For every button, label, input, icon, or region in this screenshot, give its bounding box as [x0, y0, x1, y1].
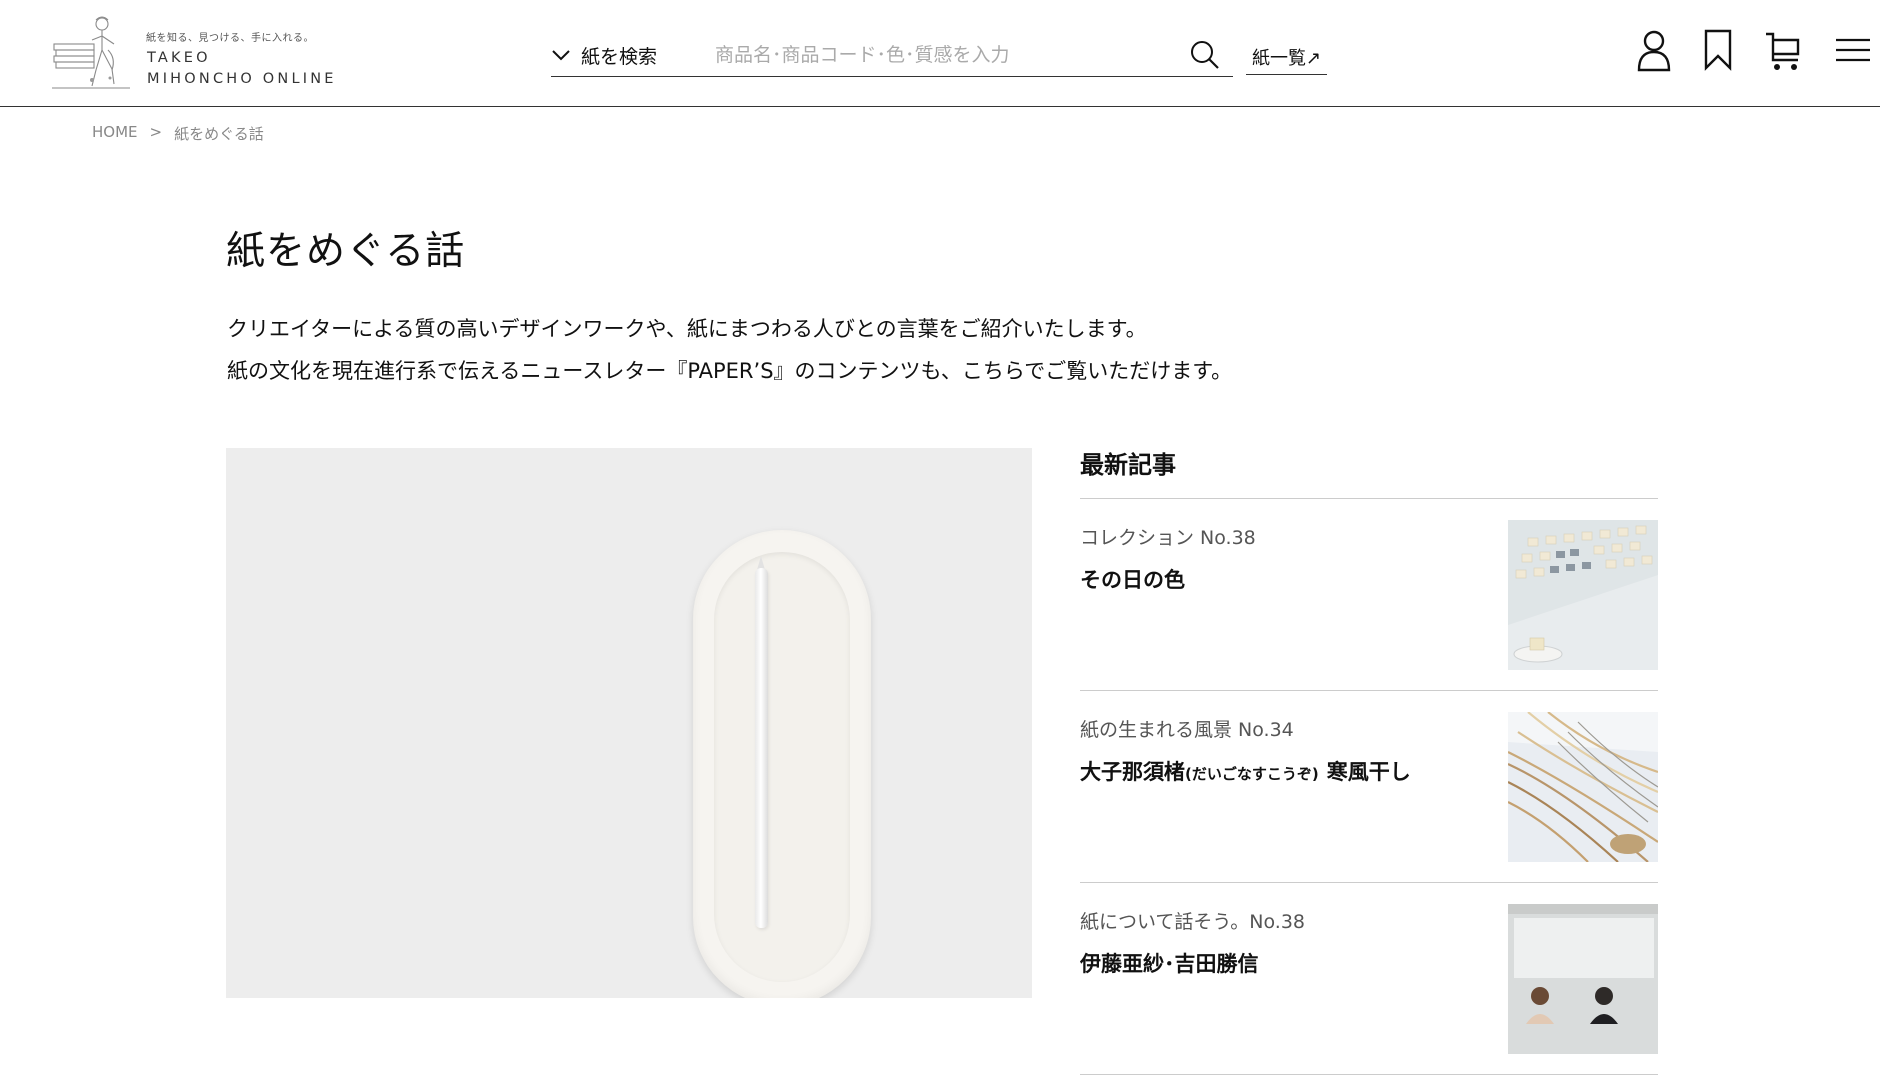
pulp-tray-inner: [714, 552, 850, 982]
article-title: 伊藤亜紗･吉田勝信: [1080, 952, 1259, 976]
bookmark-icon[interactable]: [1698, 28, 1738, 72]
page-intro: クリエイターによる質の高いデザインワークや、紙にまつわる人びとの言葉をご紹介いた…: [227, 308, 1232, 392]
article-title-main: 大子那須楮: [1080, 760, 1185, 784]
paper-list-link[interactable]: 紙一覧↗: [1246, 40, 1328, 75]
search-category-dropdown[interactable]: 紙を検索: [551, 36, 657, 74]
intro-line: クリエイターによる質の高いデザインワークや、紙にまつわる人びとの言葉をご紹介いた…: [227, 317, 1147, 341]
article-category: 紙について話そう。No.38: [1080, 911, 1306, 933]
cart-icon[interactable]: [1764, 28, 1804, 72]
article-thumbnail: [1508, 712, 1658, 862]
menu-icon[interactable]: [1834, 28, 1872, 72]
logo-tagline: 紙を知る、見つける、手に入れる。: [146, 33, 314, 44]
search-icon[interactable]: [1189, 39, 1221, 71]
breadcrumb-home[interactable]: HOME: [92, 123, 138, 144]
user-icon[interactable]: [1634, 28, 1674, 72]
intro-line: 紙の文化を現在進行系で伝えるニュースレター『PAPER’S』のコンテンツも、こち…: [227, 359, 1233, 383]
latest-articles-heading: 最新記事: [1080, 440, 1658, 499]
chevron-down-icon: [552, 50, 570, 61]
logo-name-line2: MIHONCHO ONLINE: [147, 71, 337, 87]
latest-articles: 最新記事 コレクション No.38 その日の色 紙の生まれる風景 No.34 大…: [1080, 440, 1658, 1075]
article-category: コレクション No.38: [1080, 527, 1256, 549]
article-title-suffix: 寒風干し: [1326, 760, 1411, 784]
search-category-label: 紙を検索: [581, 45, 658, 68]
article-title: 大子那須楮(だいごなすこうぞ) 寒風干し: [1080, 756, 1411, 786]
article-item[interactable]: コレクション No.38 その日の色: [1080, 499, 1658, 691]
logo-name-line1: TAKEO: [147, 50, 211, 66]
breadcrumb-current: 紙をめぐる話: [174, 125, 264, 143]
logo-illustration: [52, 16, 130, 89]
page-title: 紙をめぐる話: [226, 229, 466, 274]
site-logo[interactable]: 紙を知る、見つける、手に入れる。 TAKEO MIHONCHO ONLINE: [52, 14, 352, 94]
article-category: 紙の生まれる風景 No.34: [1080, 719, 1294, 741]
white-pencil: [755, 568, 768, 928]
article-item[interactable]: 紙について話そう。No.38 伊藤亜紗･吉田勝信: [1080, 883, 1658, 1075]
breadcrumb: HOME > 紙をめぐる話: [92, 123, 264, 144]
article-title-ruby: (だいごなすこうぞ): [1185, 765, 1319, 783]
search-bar: 紙を検索: [551, 36, 1233, 77]
article-thumbnail: [1508, 520, 1658, 670]
article-thumbnail: [1508, 904, 1658, 1054]
breadcrumb-separator: >: [149, 123, 163, 141]
search-input[interactable]: [715, 38, 1215, 72]
site-header: 紙を知る、見つける、手に入れる。 TAKEO MIHONCHO ONLINE 紙…: [0, 0, 1880, 107]
featured-article-image[interactable]: [226, 448, 1032, 998]
article-item[interactable]: 紙の生まれる風景 No.34 大子那須楮(だいごなすこうぞ) 寒風干し: [1080, 691, 1658, 883]
article-title: その日の色: [1080, 568, 1185, 592]
